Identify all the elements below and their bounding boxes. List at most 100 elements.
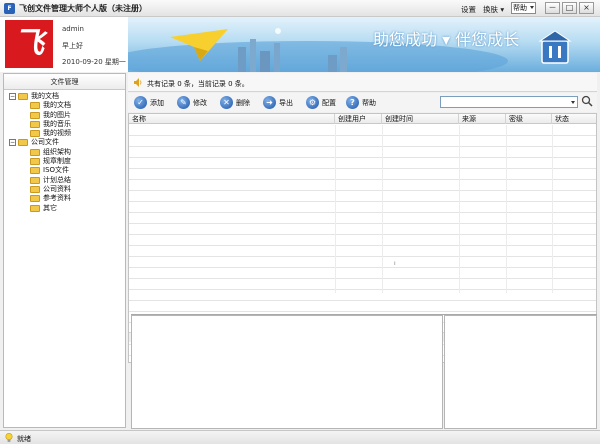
- collapse-icon[interactable]: −: [9, 139, 16, 147]
- settings-link[interactable]: 设置: [461, 4, 476, 15]
- edit-icon: ✎: [177, 96, 190, 109]
- export-button[interactable]: ➜ 导出: [263, 95, 299, 110]
- close-button[interactable]: ×: [579, 2, 594, 14]
- skin-link[interactable]: 换肤 ▾: [483, 4, 504, 15]
- logo-glyph: 飞: [14, 26, 44, 61]
- tree-item-label: 我的图片: [43, 110, 71, 119]
- collapse-icon[interactable]: −: [9, 93, 16, 100]
- tree-item[interactable]: 我的图片: [4, 111, 125, 120]
- minimize-button[interactable]: －: [545, 2, 560, 14]
- config-button[interactable]: ⚙ 配置: [306, 95, 342, 110]
- tree-item[interactable]: − 公司文件: [4, 138, 125, 147]
- greeting: 早上好: [62, 42, 83, 50]
- app-icon: F: [4, 3, 15, 14]
- help-dropdown[interactable]: 帮助: [511, 2, 536, 14]
- add-button[interactable]: ✓ 添加: [134, 95, 170, 110]
- tree-item-label: 其它: [43, 203, 57, 212]
- title-bar: F 飞创文件管理大师个人版（未注册） 设置 换肤 ▾ 帮助 － □ ×: [0, 0, 600, 17]
- folder-icon: [30, 167, 40, 175]
- tree-item-label: 计划总结: [43, 175, 71, 184]
- add-button-label: 添加: [150, 99, 164, 107]
- toolbar: ✓ 添加 ✎ 修改 ✕ 删除 ➜ 导出 ⚙ 配置 ? 帮助: [128, 93, 597, 112]
- tree-item-label: 公司资料: [43, 184, 71, 193]
- folder-icon: [30, 148, 40, 156]
- column-header-name[interactable]: 名称: [129, 114, 335, 124]
- config-button-label: 配置: [322, 99, 336, 107]
- tree-item-label: 公司文件: [31, 138, 59, 147]
- tree-item[interactable]: 组织架构: [4, 148, 125, 157]
- file-tree-title: 文件管理: [4, 74, 125, 90]
- folder-icon: [30, 185, 40, 193]
- table-header: 名称 创建用户 创建时间 来源 密级 状态: [129, 114, 596, 124]
- tree-item-label: 组织架构: [43, 147, 71, 156]
- header: 飞 admin 早上好 2010-09-20 星期一 助您成功 ▾ 伴您成长: [0, 17, 600, 72]
- search-icon[interactable]: [581, 95, 593, 107]
- folder-icon: [18, 139, 28, 147]
- folder-icon: [30, 176, 40, 184]
- tree-item[interactable]: 我的视频: [4, 129, 125, 138]
- grid-marker: ı: [394, 260, 396, 267]
- column-header-status[interactable]: 状态: [552, 114, 596, 124]
- logo: 飞: [5, 20, 53, 68]
- tree-item[interactable]: 我的文档: [4, 101, 125, 110]
- tree-item[interactable]: 计划总结: [4, 176, 125, 185]
- tree-item[interactable]: 其它: [4, 204, 125, 213]
- tree-item[interactable]: 参考资料: [4, 194, 125, 203]
- delete-icon: ✕: [220, 96, 233, 109]
- date-info: 2010-09-20 星期一: [62, 58, 126, 66]
- folder-icon: [30, 204, 40, 212]
- folder-icon: [18, 93, 28, 100]
- column-divider: [459, 125, 460, 293]
- detail-pane: [131, 315, 443, 429]
- slogan: 助您成功 ▾ 伴您成长: [373, 30, 520, 49]
- edit-button[interactable]: ✎ 修改: [177, 95, 213, 110]
- tree-item[interactable]: 我的音乐: [4, 120, 125, 129]
- column-header-creator[interactable]: 创建用户: [335, 114, 382, 124]
- folder-icon: [30, 130, 40, 138]
- help-icon: ?: [346, 96, 359, 109]
- export-icon: ➜: [263, 96, 276, 109]
- banner: 助您成功 ▾ 伴您成长: [128, 17, 600, 72]
- tree-item-label: ISO文件: [43, 166, 70, 175]
- banner-art: [128, 28, 572, 72]
- help-dropdown-label: 帮助: [513, 4, 527, 12]
- help-button-label: 帮助: [362, 99, 376, 107]
- column-header-source[interactable]: 来源: [459, 114, 506, 124]
- chevron-down-icon: ▾: [500, 5, 505, 14]
- chevron-down-icon: [571, 101, 575, 104]
- tree-item-label: 规章制度: [43, 157, 71, 166]
- chevron-down-icon: [530, 6, 534, 9]
- column-divider: [552, 125, 553, 293]
- column-header-secrecy[interactable]: 密级: [506, 114, 552, 124]
- tree-item[interactable]: ISO文件: [4, 166, 125, 175]
- folder-tree: − 我的文档 我的文档 我的图片 我的音乐 我的视频 − 公司文件 组织架构 规章制度 ISO文件计…: [4, 92, 125, 213]
- tree-item[interactable]: 规章制度: [4, 157, 125, 166]
- record-count: 共有记录 0 条，当前记录 0 条。: [147, 80, 249, 88]
- detail-area: [131, 314, 597, 429]
- tree-item-label: 我的文档: [43, 101, 71, 110]
- preview-pane: [444, 315, 597, 429]
- column-divider: [382, 125, 383, 293]
- delete-button-label: 删除: [236, 99, 250, 107]
- speaker-icon: [134, 78, 142, 87]
- check-icon: ✓: [134, 96, 147, 109]
- column-divider: [335, 125, 336, 293]
- content-panel: 共有记录 0 条，当前记录 0 条。 ✓ 添加 ✎ 修改 ✕ 删除 ➜ 导出 ⚙…: [128, 73, 597, 429]
- column-header-created[interactable]: 创建时间: [382, 114, 459, 124]
- record-bar: 共有记录 0 条，当前记录 0 条。: [128, 73, 597, 92]
- column-divider: [506, 125, 507, 293]
- folder-icon: [30, 158, 40, 166]
- delete-button[interactable]: ✕ 删除: [220, 95, 256, 110]
- status-text: 就绪: [17, 435, 31, 443]
- search-combo[interactable]: [440, 96, 578, 108]
- maximize-button[interactable]: □: [562, 2, 577, 14]
- help-button[interactable]: ? 帮助: [346, 95, 382, 110]
- tree-item[interactable]: − 我的文档: [4, 92, 125, 101]
- status-bar: 就绪: [0, 430, 600, 444]
- export-button-label: 导出: [279, 99, 293, 107]
- tree-item-label: 参考资料: [43, 194, 71, 203]
- lightbulb-icon: [5, 433, 13, 442]
- tree-item-label: 我的文档: [31, 92, 59, 100]
- tree-item[interactable]: 公司资料: [4, 185, 125, 194]
- window-title: 飞创文件管理大师个人版（未注册）: [19, 4, 147, 13]
